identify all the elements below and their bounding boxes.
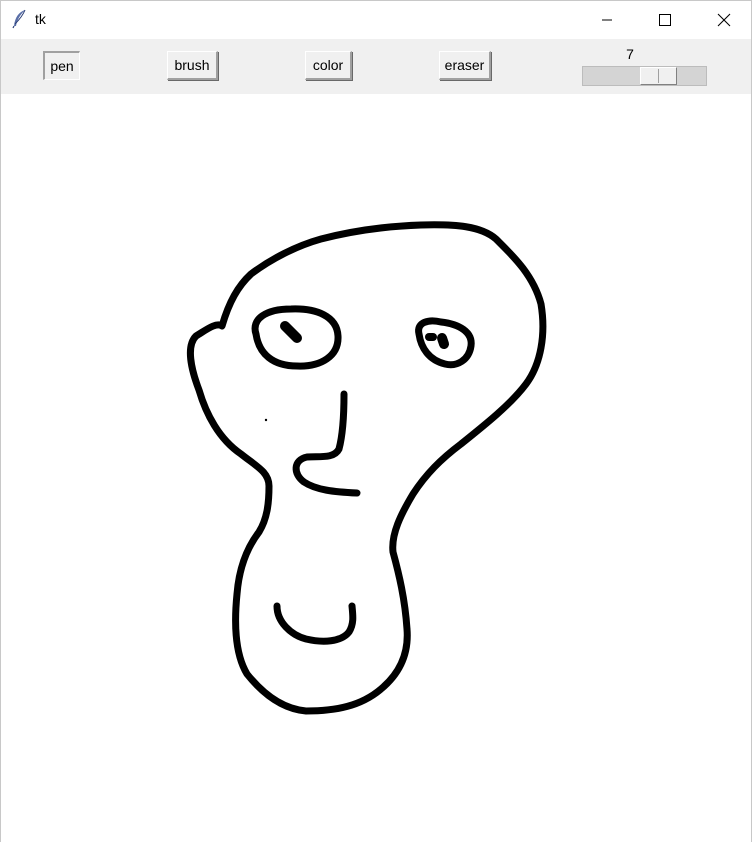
app-window: tk pen brush color eraser 7 [0, 0, 752, 842]
pen-button[interactable]: pen [43, 51, 80, 80]
drawing-canvas[interactable] [1, 94, 751, 842]
feather-icon [11, 9, 29, 29]
minimize-icon [601, 14, 613, 26]
right-pupil-stroke [437, 333, 449, 349]
toolbar: pen brush color eraser 7 [1, 39, 751, 94]
canvas-drawing [186, 221, 547, 715]
maximize-icon [659, 14, 671, 26]
size-scale[interactable]: 7 [582, 45, 707, 87]
left-pupil-stroke [280, 321, 302, 343]
eraser-button[interactable]: eraser [439, 51, 491, 80]
close-icon [717, 13, 731, 27]
brush-button[interactable]: brush [167, 51, 218, 80]
maximize-button[interactable] [642, 1, 688, 39]
stray-dot [264, 418, 268, 422]
close-button[interactable] [701, 1, 747, 39]
mouth-stroke [273, 602, 357, 645]
title-bar[interactable]: tk [1, 1, 751, 39]
size-scale-slider[interactable] [640, 67, 677, 85]
nose-stroke [292, 390, 361, 497]
minimize-button[interactable] [584, 1, 630, 39]
window-title: tk [35, 11, 46, 27]
color-button[interactable]: color [305, 51, 352, 80]
size-scale-value: 7 [626, 46, 634, 62]
head-outline-stroke [186, 221, 547, 715]
